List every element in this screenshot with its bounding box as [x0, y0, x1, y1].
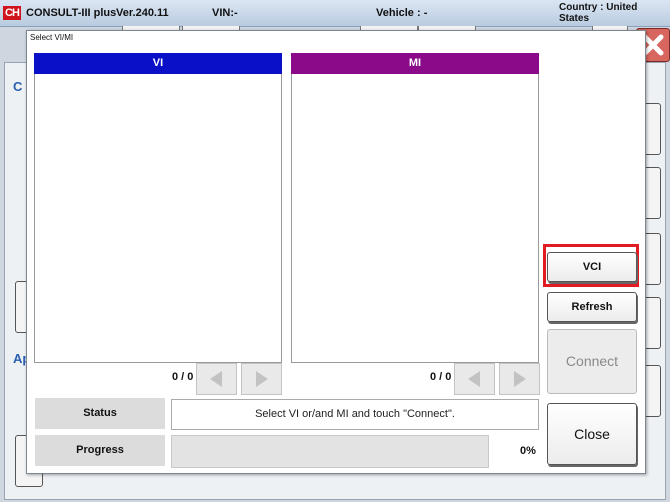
bg-section-letter: C [13, 79, 23, 94]
arrow-left-icon [468, 371, 480, 387]
close-button[interactable]: Close [547, 403, 637, 465]
vi-page-count: 0 / 0 [172, 371, 194, 383]
vin-readout: VIN:- [212, 7, 238, 19]
vi-list[interactable] [34, 74, 282, 363]
mi-list[interactable] [291, 74, 539, 363]
vi-prev-button[interactable] [196, 363, 237, 395]
consult-logo-icon: CH [3, 6, 21, 20]
progress-bar [171, 435, 489, 468]
vehicle-readout: Vehicle : - [376, 7, 428, 19]
connect-button[interactable]: Connect [547, 329, 637, 394]
arrow-left-icon [210, 371, 222, 387]
vi-list-header: VI [34, 53, 282, 74]
mi-next-button[interactable] [499, 363, 540, 395]
app-version: Ver.240.11 [116, 7, 169, 19]
progress-percent: 0% [520, 445, 536, 457]
app-name: CONSULT-III plus [26, 7, 117, 19]
vci-button[interactable]: VCI [547, 252, 637, 282]
dialog-title: Select VI/MI [30, 33, 74, 42]
app-title-bar: CH CONSULT-III plus Ver.240.11 VIN:- Veh… [0, 0, 670, 27]
status-message: Select VI or/and MI and touch "Connect". [171, 399, 539, 430]
refresh-button[interactable]: Refresh [547, 292, 637, 322]
status-label: Status [35, 398, 165, 429]
mi-prev-button[interactable] [454, 363, 495, 395]
select-vi-mi-dialog: Select VI/MI VI 0 / 0 MI 0 / 0 VCI Refre… [26, 30, 646, 474]
arrow-right-icon [256, 371, 268, 387]
vi-next-button[interactable] [241, 363, 282, 395]
progress-label: Progress [35, 435, 165, 466]
country-readout: Country : United States [559, 2, 638, 24]
arrow-right-icon [514, 371, 526, 387]
mi-list-header: MI [291, 53, 539, 74]
mi-page-count: 0 / 0 [430, 371, 452, 383]
